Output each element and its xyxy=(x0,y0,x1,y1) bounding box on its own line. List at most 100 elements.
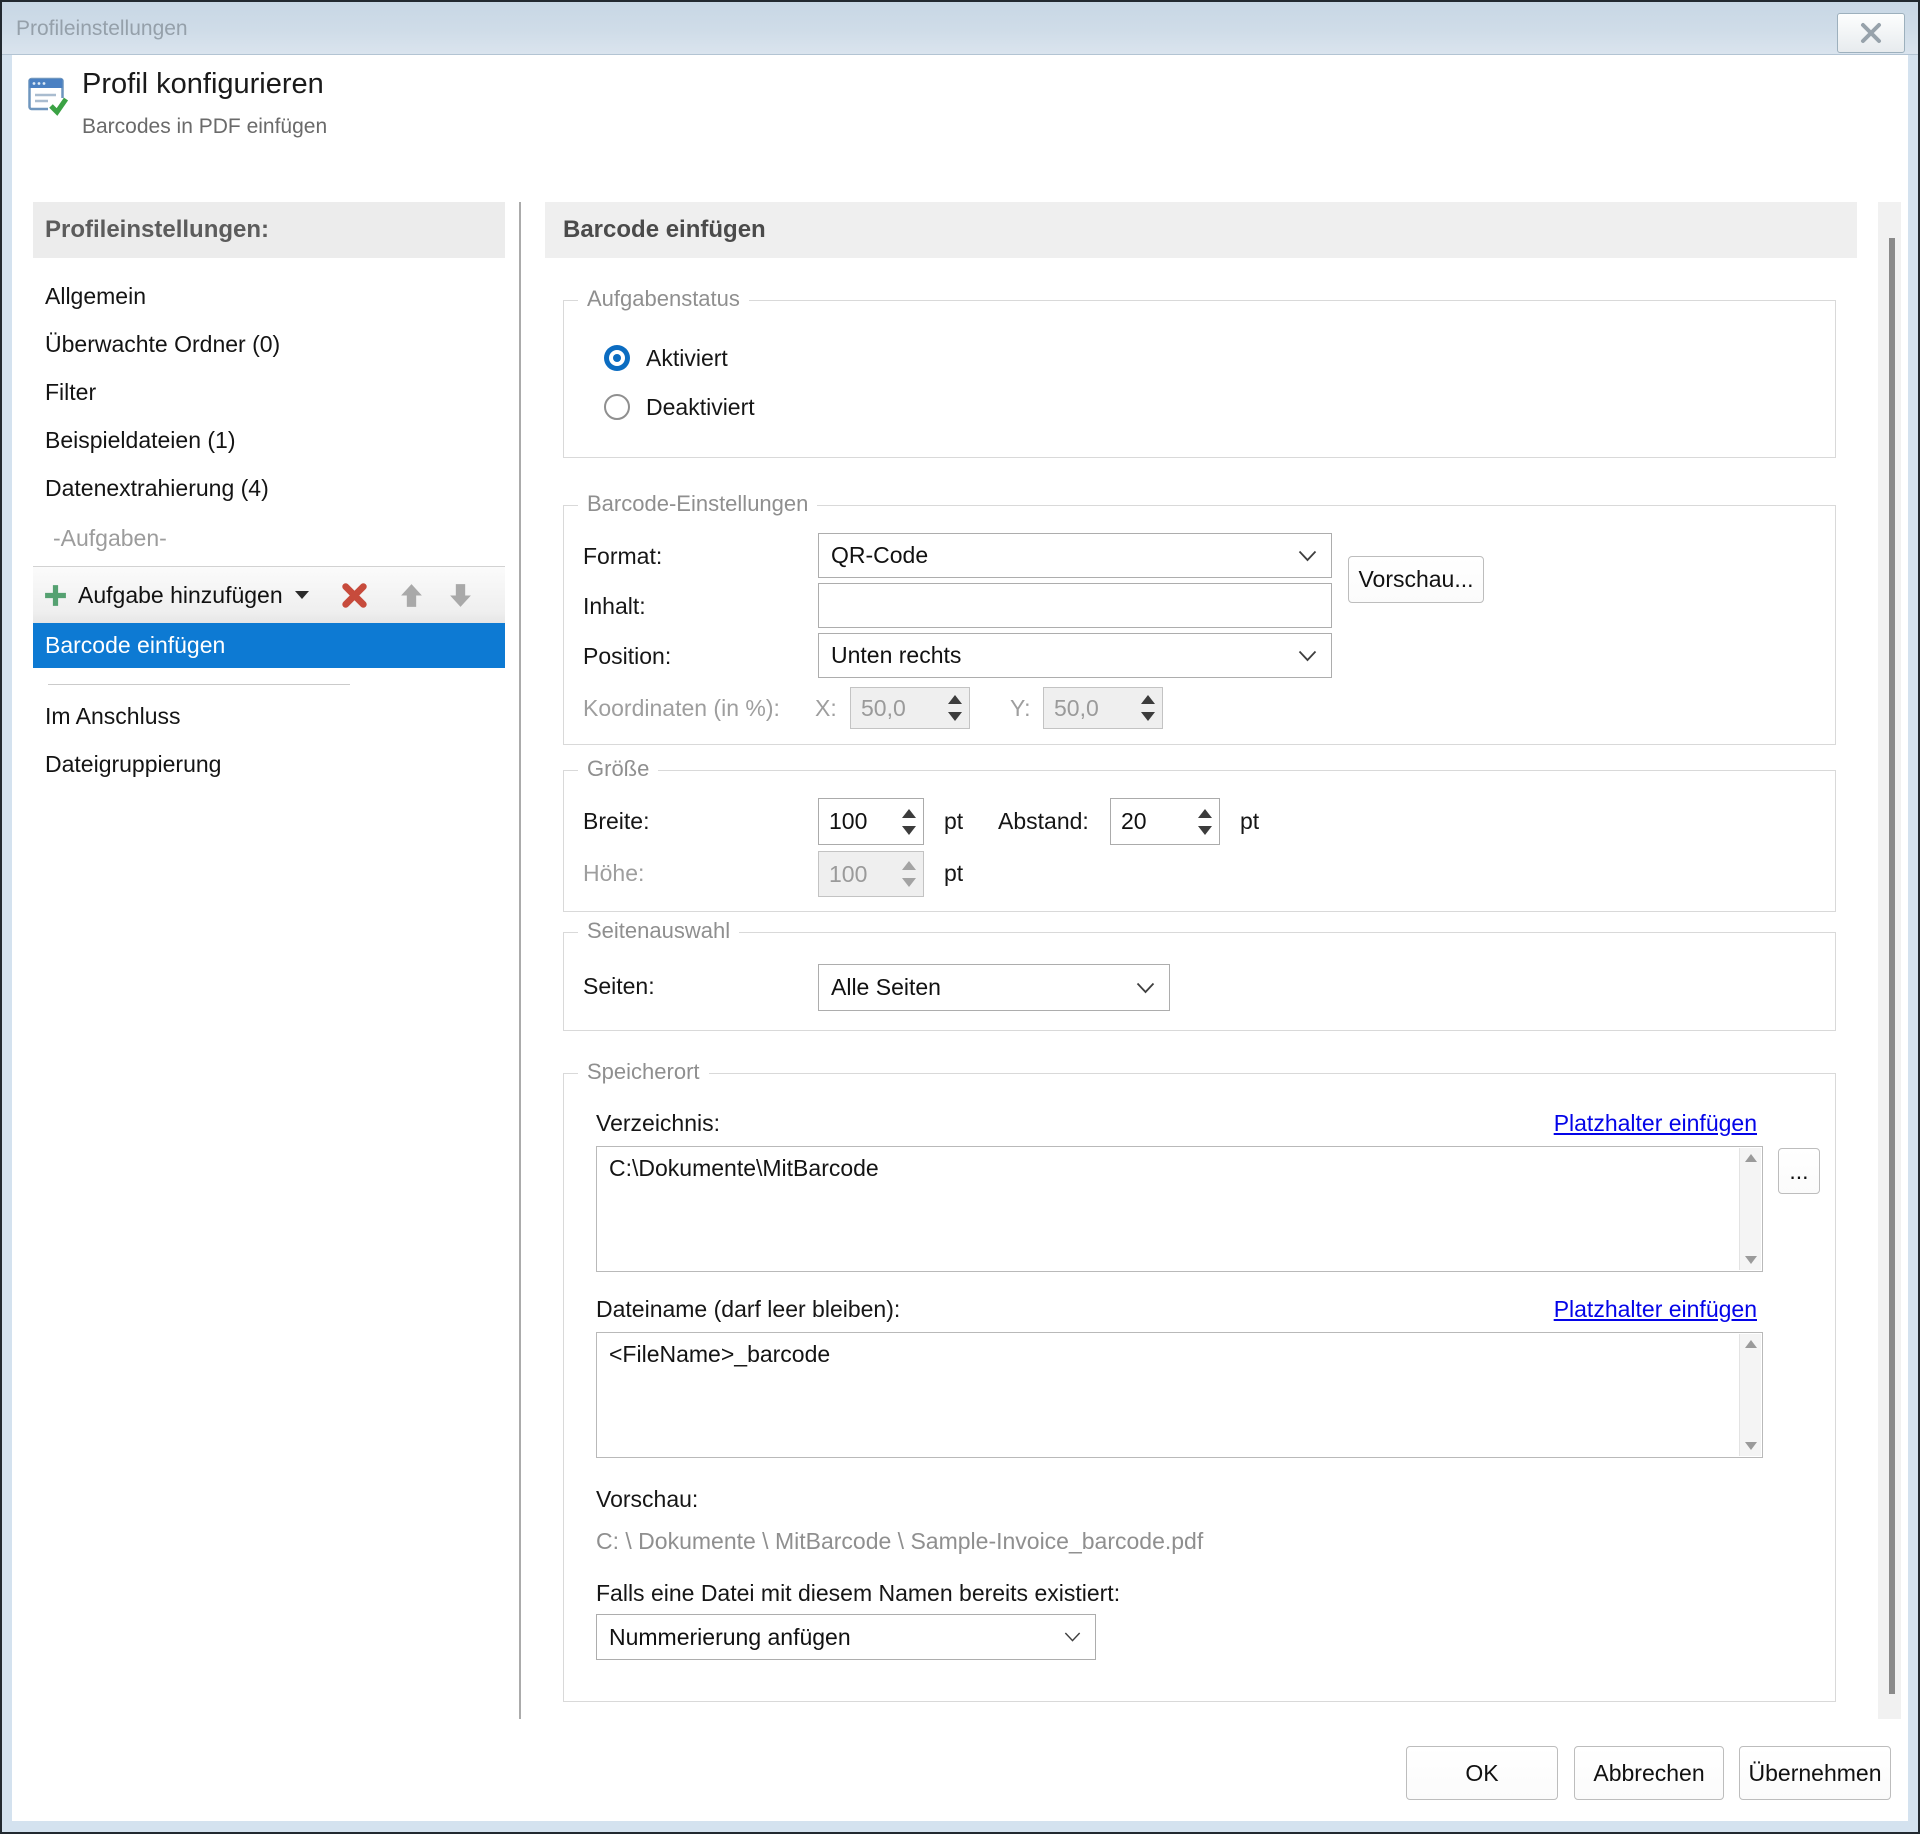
sidebar-item-beispieldateien[interactable]: Beispieldateien (1) xyxy=(33,416,505,464)
format-label: Format: xyxy=(583,543,663,569)
spin-down-icon[interactable] xyxy=(902,825,916,835)
close-icon xyxy=(1861,23,1881,43)
scroll-down-icon[interactable] xyxy=(1744,1442,1757,1450)
format-dropdown[interactable]: QR-Code xyxy=(818,533,1332,578)
exists-dropdown[interactable]: Nummerierung anfügen xyxy=(596,1614,1096,1660)
sidebar-item-im-anschluss[interactable]: Im Anschluss xyxy=(33,692,505,740)
vertical-scrollbar[interactable] xyxy=(1878,202,1901,1719)
dateiname-textarea[interactable]: <FileName>_barcode xyxy=(596,1332,1763,1458)
position-dropdown[interactable]: Unten rechts xyxy=(818,633,1332,678)
sidebar-item-dateigruppierung[interactable]: Dateigruppierung xyxy=(33,740,505,788)
directory-placeholder-link[interactable]: Platzhalter einfügen xyxy=(1300,1110,1757,1137)
spin-down-icon[interactable] xyxy=(902,878,916,887)
breite-value: 100 xyxy=(829,808,868,834)
ok-button[interactable]: OK xyxy=(1406,1746,1558,1800)
chevron-down-icon xyxy=(1064,1632,1081,1642)
pages-groupbox: Seitenauswahl xyxy=(563,918,1836,1031)
coord-x-label: X: xyxy=(815,695,837,721)
exists-label: Falls eine Datei mit diesem Namen bereit… xyxy=(596,1580,1121,1606)
browse-button[interactable]: ... xyxy=(1778,1148,1820,1194)
vorschau-label: Vorschau: xyxy=(596,1486,699,1512)
move-task-up-icon[interactable] xyxy=(398,582,425,609)
spin-down-icon[interactable] xyxy=(1198,825,1212,835)
dateiname-value: <FileName>_barcode xyxy=(609,1341,831,1367)
scroll-up-icon[interactable] xyxy=(1744,1340,1757,1348)
spin-up-icon[interactable] xyxy=(948,695,962,704)
inhalt-input[interactable] xyxy=(818,583,1332,628)
window-border-left xyxy=(2,55,12,1832)
abstand-stepper[interactable]: 20 xyxy=(1110,798,1220,845)
position-value: Unten rechts xyxy=(831,642,962,668)
verzeichnis-textarea[interactable]: C:\Dokumente\MitBarcode xyxy=(596,1146,1763,1272)
scrollbar-thumb[interactable] xyxy=(1889,238,1895,1694)
spin-up-icon[interactable] xyxy=(1198,808,1212,818)
abstand-unit: pt xyxy=(1240,808,1260,834)
spin-down-icon[interactable] xyxy=(948,712,962,721)
coord-y-label: Y: xyxy=(1010,695,1031,721)
preview-button[interactable]: Vorschau... xyxy=(1348,556,1484,603)
close-button[interactable] xyxy=(1837,13,1905,53)
verzeichnis-value: C:\Dokumente\MitBarcode xyxy=(609,1155,879,1181)
sidebar-item-filter[interactable]: Filter xyxy=(33,368,505,416)
radio-deaktiviert-label: Deaktiviert xyxy=(646,394,755,420)
task-panel-title: Barcode einfügen xyxy=(563,216,766,243)
preview-path: C: \ Dokumente \ MitBarcode \ Sample-Inv… xyxy=(596,1528,1204,1554)
sidebar-item-barcode-einfuegen-selected[interactable]: Barcode einfügen xyxy=(33,623,505,668)
exists-value: Nummerierung anfügen xyxy=(609,1623,851,1650)
spin-up-icon[interactable] xyxy=(902,808,916,818)
delete-task-icon[interactable] xyxy=(341,582,368,609)
title-bar: Profileinstellungen xyxy=(2,2,1918,55)
size-group-legend: Größe xyxy=(578,756,659,782)
radio-deaktiviert[interactable] xyxy=(604,394,630,420)
coord-x-value: 50,0 xyxy=(861,694,906,721)
abstand-label: Abstand: xyxy=(998,808,1089,834)
scroll-down-icon[interactable] xyxy=(1744,1256,1757,1264)
pages-group-legend: Seitenauswahl xyxy=(578,918,740,944)
panel-separator xyxy=(519,202,521,1719)
page-title: Profil konfigurieren xyxy=(82,68,324,100)
coord-y-value: 50,0 xyxy=(1054,694,1099,721)
radio-aktiviert[interactable] xyxy=(604,345,630,371)
radio-aktiviert-label: Aktiviert xyxy=(646,345,728,371)
task-panel-header: Barcode einfügen xyxy=(545,202,1857,258)
spin-up-icon[interactable] xyxy=(1141,695,1155,704)
inhalt-label: Inhalt: xyxy=(583,593,646,619)
seiten-value: Alle Seiten xyxy=(831,974,941,1000)
add-task-dropdown-icon[interactable] xyxy=(294,591,309,599)
coord-x-stepper[interactable]: 50,0 xyxy=(850,687,970,729)
selected-task-label: Barcode einfügen xyxy=(45,632,226,658)
sidebar-item-ueberwachte-ordner[interactable]: Überwachte Ordner (0) xyxy=(33,320,505,368)
scroll-up-icon[interactable] xyxy=(1744,1154,1757,1162)
hoehe-unit: pt xyxy=(944,860,964,886)
seiten-label: Seiten: xyxy=(583,973,655,999)
add-task-button[interactable]: Aufgabe hinzufügen xyxy=(78,582,283,609)
hoehe-label: Höhe: xyxy=(583,860,645,886)
apply-button[interactable]: Übernehmen xyxy=(1739,1746,1891,1800)
breite-label: Breite: xyxy=(583,808,650,834)
move-task-down-icon[interactable] xyxy=(447,582,474,609)
verzeichnis-label: Verzeichnis: xyxy=(596,1110,721,1136)
sidebar-item-datenextrahierung[interactable]: Datenextrahierung (4) xyxy=(33,464,505,512)
add-icon xyxy=(45,584,66,606)
coords-label: Koordinaten (in %): xyxy=(583,695,780,721)
location-group-legend: Speicherort xyxy=(578,1059,709,1085)
tasks-section-label: -Aufgaben- xyxy=(53,525,167,551)
breite-stepper[interactable]: 100 xyxy=(818,798,924,845)
tasks-toolbar: Aufgabe hinzufügen xyxy=(33,566,505,623)
position-label: Position: xyxy=(583,643,672,669)
sidebar-item-allgemein[interactable]: Allgemein xyxy=(33,272,505,320)
seiten-dropdown[interactable]: Alle Seiten xyxy=(818,964,1170,1011)
cancel-button[interactable]: Abbrechen xyxy=(1574,1746,1724,1800)
spin-down-icon[interactable] xyxy=(1141,712,1155,721)
spin-up-icon[interactable] xyxy=(902,861,916,870)
filename-placeholder-link[interactable]: Platzhalter einfügen xyxy=(1300,1296,1757,1323)
sidebar-header: Profileinstellungen: xyxy=(33,202,505,258)
textarea-scrollbar[interactable] xyxy=(1739,1148,1761,1270)
hoehe-stepper[interactable]: 100 xyxy=(818,851,924,897)
textarea-scrollbar[interactable] xyxy=(1739,1334,1761,1456)
coord-y-stepper[interactable]: 50,0 xyxy=(1043,687,1163,729)
barcode-settings-legend: Barcode-Einstellungen xyxy=(578,491,818,517)
chevron-down-icon xyxy=(1136,982,1155,993)
profile-config-icon xyxy=(28,72,69,121)
sidebar-divider xyxy=(48,684,350,685)
